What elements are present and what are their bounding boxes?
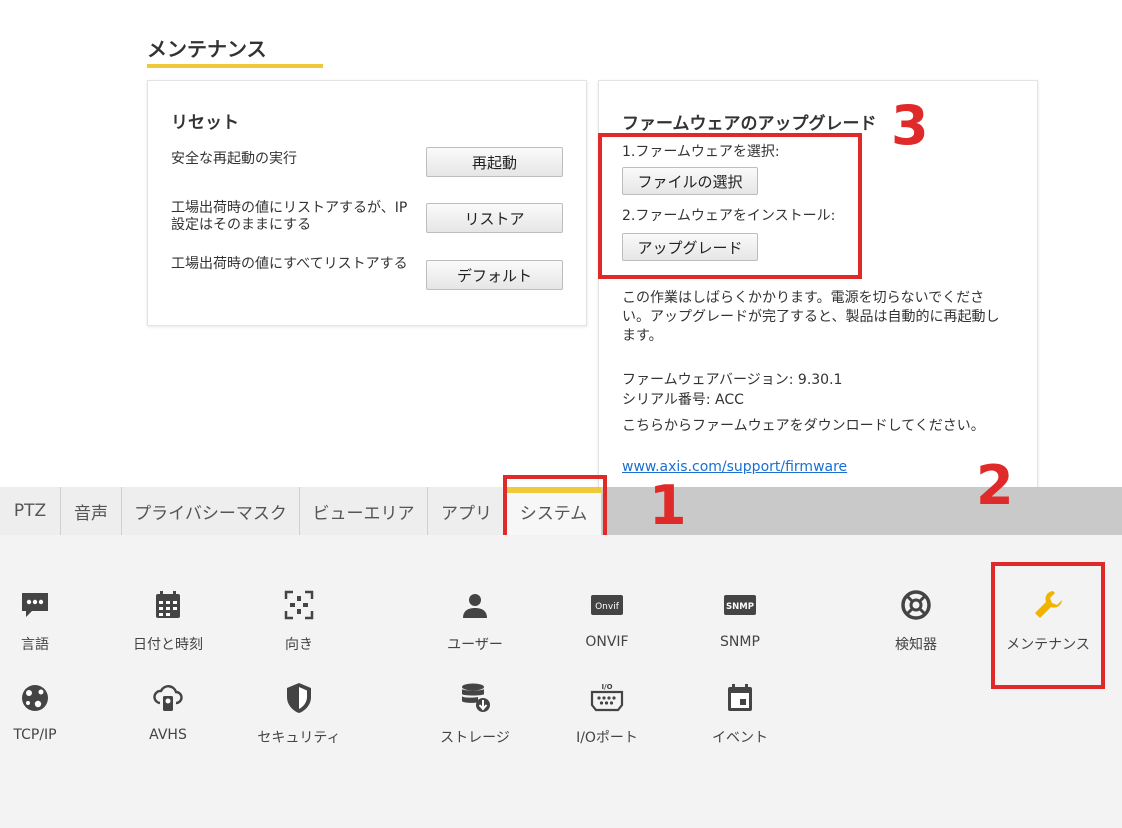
item-security[interactable]: セキュリティ <box>244 681 354 747</box>
tab-apps[interactable]: アプリ <box>428 487 506 535</box>
item-label: 言語 <box>21 637 49 653</box>
item-label: 向き <box>285 637 313 653</box>
shield-icon <box>287 683 311 713</box>
item-users[interactable]: ユーザー <box>420 588 530 654</box>
item-label: ユーザー <box>447 637 503 653</box>
firmware-version: ファームウェアバージョン: 9.30.1 <box>622 372 843 388</box>
calendar-event-icon <box>728 684 752 711</box>
reset-title: リセット <box>171 113 239 133</box>
annotation-number-2: 2 <box>976 454 1014 517</box>
item-tcpip[interactable]: TCP/IP <box>0 681 90 743</box>
svg-text:Onvif: Onvif <box>595 602 620 612</box>
annotation-number-1: 1 <box>649 474 687 537</box>
svg-text:SNMP: SNMP <box>726 602 754 612</box>
item-label: TCP/IP <box>13 727 57 743</box>
tab-privacy-mask[interactable]: プライバシーマスク <box>122 487 300 535</box>
item-date-time[interactable]: 日付と時刻 <box>113 588 223 654</box>
default-button[interactable]: デフォルト <box>426 260 563 290</box>
item-snmp[interactable]: SNMP SNMP <box>685 588 795 650</box>
page-title: メンテナンス <box>147 37 267 61</box>
item-onvif[interactable]: Onvif ONVIF <box>552 588 662 650</box>
firmware-note: この作業はしばらくかかります。電源を切らないでください。アップグレードが完了する… <box>622 290 1000 344</box>
chat-bubble-icon <box>22 593 48 617</box>
annotation-number-3: 3 <box>891 94 929 157</box>
item-label: ストレージ <box>440 730 510 746</box>
item-detectors[interactable]: 検知器 <box>861 588 971 654</box>
calendar-grid-icon <box>156 591 180 618</box>
reset-row-label: 安全な再起動の実行 <box>171 151 297 167</box>
orientation-frame-icon <box>284 590 314 620</box>
snmp-icon: SNMP <box>724 595 756 615</box>
detector-icon <box>901 590 931 620</box>
item-label: SNMP <box>720 634 760 650</box>
onvif-icon: Onvif <box>591 595 623 615</box>
serial-number: シリアル番号: ACC <box>622 392 744 408</box>
svg-text:I/O: I/O <box>601 683 612 691</box>
tab-ptz[interactable]: PTZ <box>0 487 61 535</box>
item-label: ONVIF <box>585 634 629 650</box>
default-row-label: 工場出荷時の値にすべてリストアする <box>171 256 408 272</box>
item-io-ports[interactable]: I/O I/Oポート <box>552 681 662 747</box>
annotation-box-3 <box>598 133 862 279</box>
item-events[interactable]: イベント <box>685 681 795 747</box>
globe-network-icon <box>22 685 48 711</box>
reset-card: リセット 安全な再起動の実行 再起動 工場出荷時の値にリストアするが、IP設定は… <box>147 80 587 326</box>
firmware-title: ファームウェアのアップグレード <box>622 114 877 134</box>
item-label: 日付と時刻 <box>133 637 203 653</box>
item-avhs[interactable]: AVHS <box>113 681 223 743</box>
item-storage[interactable]: ストレージ <box>420 681 530 747</box>
annotation-box-2 <box>991 562 1105 689</box>
item-label: I/Oポート <box>576 730 638 746</box>
item-label: イベント <box>712 730 768 746</box>
item-label: セキュリティ <box>257 730 341 746</box>
restart-button[interactable]: 再起動 <box>426 147 563 177</box>
title-underline <box>147 64 323 68</box>
download-text: こちらからファームウェアをダウンロードしてください。 <box>622 418 985 434</box>
tab-view-area[interactable]: ビューエリア <box>300 487 428 535</box>
io-port-icon: I/O <box>590 683 624 712</box>
database-download-icon <box>462 683 490 712</box>
item-label: AVHS <box>149 727 187 743</box>
firmware-link[interactable]: www.axis.com/support/firmware <box>622 459 847 475</box>
user-icon <box>463 594 487 618</box>
tab-audio[interactable]: 音声 <box>61 487 122 535</box>
item-label: 検知器 <box>895 637 937 653</box>
cloud-camera-icon <box>153 685 183 711</box>
item-language[interactable]: 言語 <box>0 588 90 654</box>
item-orientation[interactable]: 向き <box>244 588 354 654</box>
restore-button[interactable]: リストア <box>426 203 563 233</box>
restore-row-label: 工場出荷時の値にリストアするが、IP設定はそのままにする <box>171 200 408 233</box>
